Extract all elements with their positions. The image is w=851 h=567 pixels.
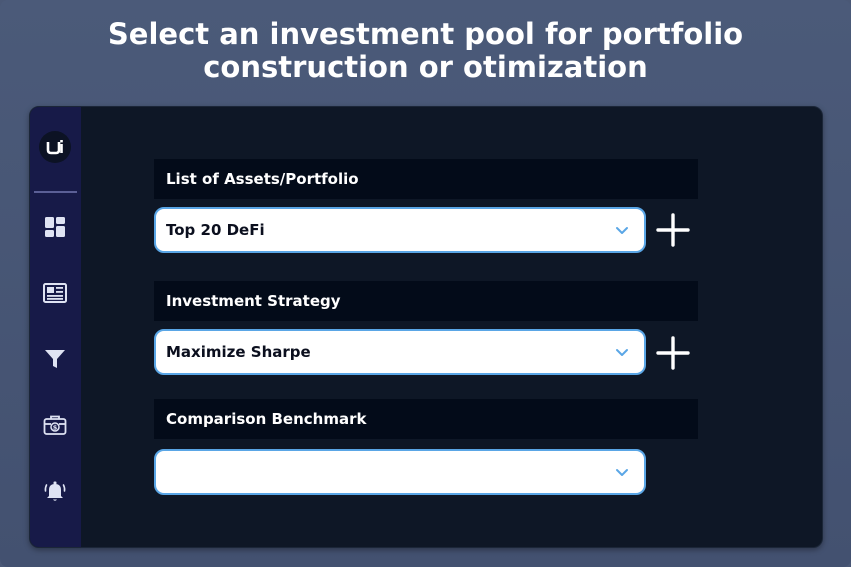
briefcase-dollar-icon: $ <box>43 415 67 435</box>
assets-select[interactable]: Top 20 DeFi <box>154 207 646 253</box>
add-assets-button[interactable] <box>656 213 690 247</box>
app-window: $ List of Assets/Portfolio Top 20 DeFi I… <box>29 106 823 548</box>
plus-icon <box>656 336 690 370</box>
sidebar-divider <box>34 191 77 193</box>
strategy-select-value: Maximize Sharpe <box>166 343 311 361</box>
news-icon <box>43 283 67 303</box>
chevron-down-icon <box>616 349 628 356</box>
sidebar-item-dashboard[interactable] <box>41 213 69 241</box>
strategy-label: Investment Strategy <box>154 281 698 321</box>
sidebar-item-filter[interactable] <box>41 345 69 373</box>
sidebar-item-news[interactable] <box>41 279 69 307</box>
ui-logo-icon <box>46 140 63 155</box>
sidebar: $ <box>30 107 81 547</box>
svg-text:$: $ <box>53 423 58 431</box>
page-title: Select an investment pool for portfolio … <box>0 18 851 84</box>
app-logo[interactable] <box>39 131 71 163</box>
plus-icon <box>656 213 690 247</box>
benchmark-select[interactable] <box>154 449 646 495</box>
page-title-line-1: Select an investment pool for portfolio <box>107 17 744 51</box>
chevron-down-icon <box>616 469 628 476</box>
sidebar-item-alerts[interactable] <box>41 477 69 505</box>
add-strategy-button[interactable] <box>656 336 690 370</box>
assets-label: List of Assets/Portfolio <box>154 159 698 199</box>
benchmark-label: Comparison Benchmark <box>154 399 698 439</box>
sidebar-item-portfolio[interactable]: $ <box>41 411 69 439</box>
assets-select-value: Top 20 DeFi <box>166 221 265 239</box>
filter-icon <box>45 350 65 368</box>
dashboard-icon <box>45 217 65 237</box>
page-title-line-2: construction or otimization <box>203 50 648 84</box>
alarm-bell-icon <box>44 481 66 501</box>
strategy-select[interactable]: Maximize Sharpe <box>154 329 646 375</box>
chevron-down-icon <box>616 227 628 234</box>
